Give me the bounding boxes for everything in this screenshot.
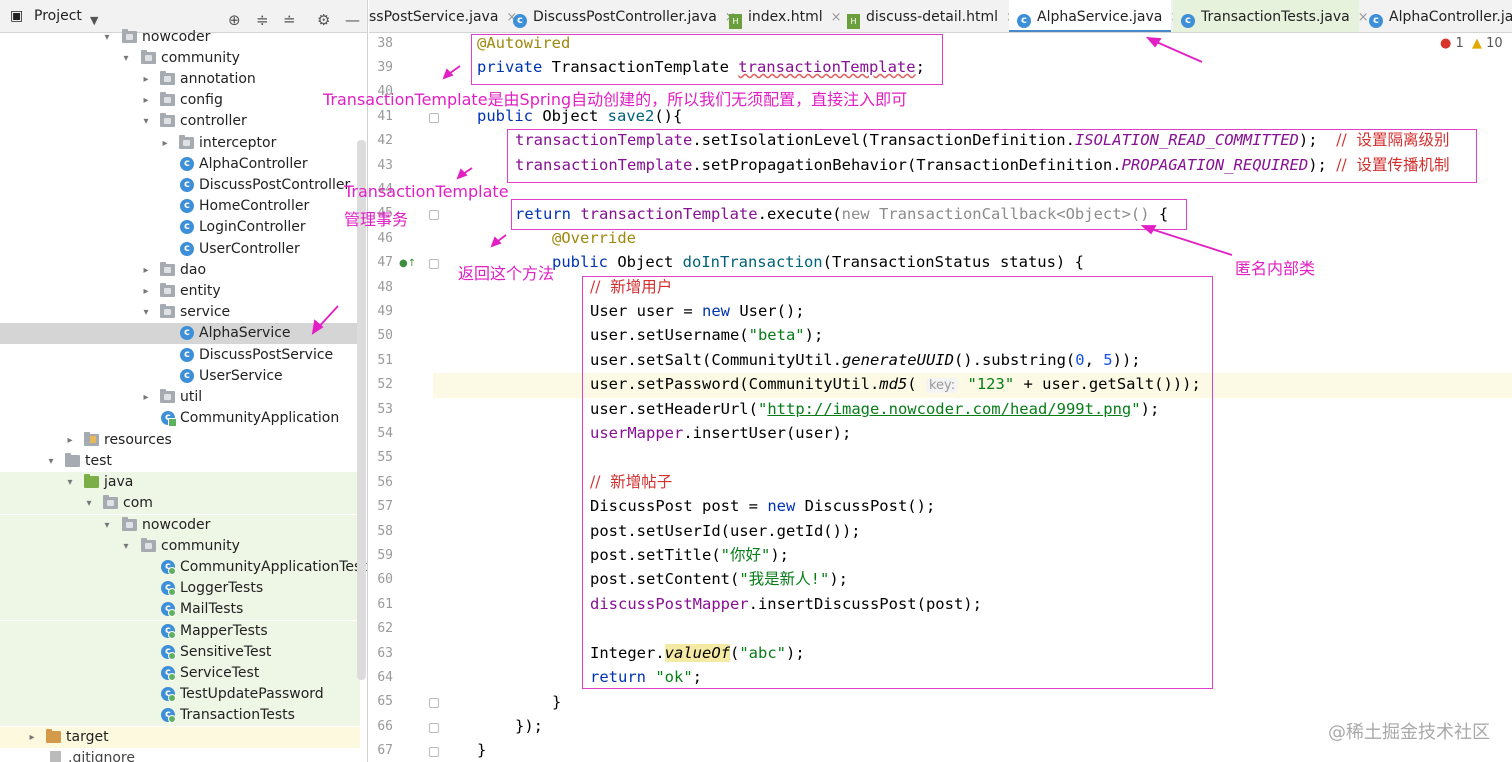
arrowhead bbox=[490, 236, 502, 248]
arrow-to-tab bbox=[1151, 39, 1203, 63]
arrowhead bbox=[1145, 36, 1162, 48]
annotation-arrows bbox=[311, 36, 1233, 335]
arrowhead bbox=[311, 319, 324, 335]
arrowhead bbox=[456, 168, 468, 180]
watermark: @稀土掘金技术社区 bbox=[1328, 722, 1490, 743]
arrow-to-callback bbox=[1147, 227, 1233, 256]
arrowhead bbox=[442, 68, 454, 80]
arrowhead bbox=[1140, 225, 1157, 235]
